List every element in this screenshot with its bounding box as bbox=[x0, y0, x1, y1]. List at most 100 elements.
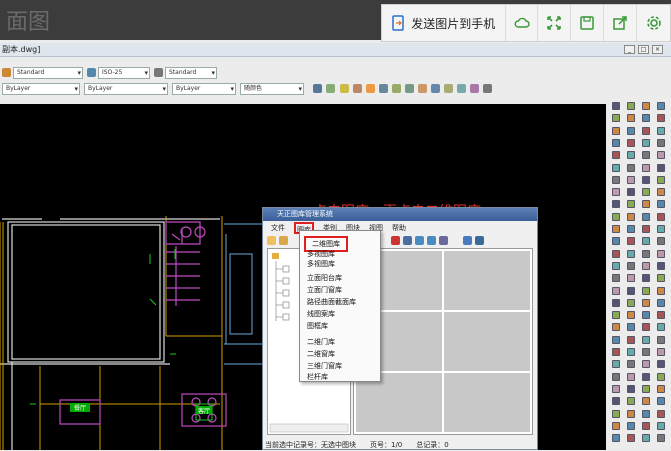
preview-cell[interactable] bbox=[444, 251, 530, 310]
side-tool-icon[interactable] bbox=[657, 102, 665, 110]
side-tool-icon[interactable] bbox=[627, 434, 635, 443]
side-tool-icon[interactable] bbox=[657, 175, 665, 184]
isolate-icon[interactable] bbox=[392, 84, 401, 93]
side-tool-icon[interactable] bbox=[612, 311, 620, 320]
side-tool-icon[interactable] bbox=[627, 348, 635, 356]
menu-item-line-pattern[interactable]: 线图案库 bbox=[307, 309, 335, 319]
lineweight-select[interactable]: ByLayer bbox=[172, 83, 236, 95]
side-tool-icon[interactable] bbox=[642, 409, 650, 418]
preview-cell[interactable] bbox=[444, 373, 530, 432]
side-tool-icon[interactable] bbox=[657, 298, 665, 307]
side-tool-icon[interactable] bbox=[612, 421, 620, 430]
side-tool-icon[interactable] bbox=[657, 348, 665, 356]
side-tool-icon[interactable] bbox=[627, 249, 635, 258]
side-tool-icon[interactable] bbox=[627, 138, 635, 147]
side-tool-icon[interactable] bbox=[657, 138, 665, 147]
side-tool-icon[interactable] bbox=[627, 225, 635, 233]
layer-walk-icon[interactable] bbox=[431, 84, 440, 93]
side-tool-icon[interactable] bbox=[627, 286, 635, 295]
side-tool-icon[interactable] bbox=[627, 114, 635, 123]
preview-cell[interactable] bbox=[444, 312, 530, 371]
side-tool-icon[interactable] bbox=[657, 188, 665, 197]
side-tool-icon[interactable] bbox=[657, 249, 665, 258]
side-tool-icon[interactable] bbox=[627, 372, 635, 381]
side-tool-icon[interactable] bbox=[627, 102, 635, 110]
side-tool-icon[interactable] bbox=[642, 384, 650, 393]
menu-item-multiview-library[interactable]: 多视图库 bbox=[307, 249, 335, 259]
side-tool-icon[interactable] bbox=[612, 126, 620, 135]
side-tool-icon[interactable] bbox=[642, 311, 650, 320]
side-tool-icon[interactable] bbox=[612, 225, 620, 233]
side-tool-icon[interactable] bbox=[627, 311, 635, 320]
menu-help[interactable]: 帮助 bbox=[392, 222, 406, 234]
open-icon[interactable] bbox=[279, 236, 288, 245]
side-tool-icon[interactable] bbox=[642, 114, 650, 123]
side-tool-icon[interactable] bbox=[627, 274, 635, 283]
table-style-select[interactable]: Standard bbox=[165, 67, 217, 79]
sort-icon[interactable] bbox=[439, 236, 448, 245]
side-tool-icon[interactable] bbox=[612, 298, 620, 307]
menu-item-path-surface[interactable]: 路径曲面截面库 bbox=[307, 297, 356, 307]
menu-item-frame[interactable]: 图框库 bbox=[307, 321, 328, 331]
delete-icon[interactable] bbox=[391, 236, 400, 245]
side-tool-icon[interactable] bbox=[642, 102, 650, 110]
side-tool-icon[interactable] bbox=[627, 409, 635, 418]
lock-icon[interactable] bbox=[366, 84, 375, 93]
side-tool-icon[interactable] bbox=[612, 372, 620, 381]
delete-layer-icon[interactable] bbox=[470, 84, 479, 93]
side-tool-icon[interactable] bbox=[627, 126, 635, 135]
copy-layer-icon[interactable] bbox=[418, 84, 427, 93]
side-tool-icon[interactable] bbox=[612, 102, 620, 110]
side-tool-icon[interactable] bbox=[612, 175, 620, 184]
side-tool-icon[interactable] bbox=[627, 200, 635, 209]
side-tool-icon[interactable] bbox=[642, 200, 650, 209]
menu-item-elevation-balcony[interactable]: 立面阳台库 bbox=[307, 273, 342, 283]
walk-icon[interactable] bbox=[405, 84, 414, 93]
side-tool-icon[interactable] bbox=[612, 348, 620, 356]
layer-state-icon[interactable] bbox=[379, 84, 388, 93]
text-style-select[interactable]: Standard bbox=[13, 67, 83, 79]
side-tool-icon[interactable] bbox=[642, 286, 650, 295]
expand-button[interactable] bbox=[538, 5, 572, 41]
side-tool-icon[interactable] bbox=[627, 397, 635, 406]
side-tool-icon[interactable] bbox=[612, 360, 620, 369]
dim-style-select[interactable]: ISO-25 bbox=[98, 67, 150, 79]
new-icon[interactable] bbox=[267, 236, 276, 245]
side-tool-icon[interactable] bbox=[642, 274, 650, 283]
menu-item-railing[interactable]: 栏杆库 bbox=[307, 372, 328, 382]
side-tool-icon[interactable] bbox=[657, 151, 665, 160]
menu-item-multiview-library-2[interactable]: 多视图库 bbox=[307, 259, 335, 269]
side-tool-icon[interactable] bbox=[627, 261, 635, 270]
side-tool-icon[interactable] bbox=[612, 138, 620, 147]
side-tool-icon[interactable] bbox=[612, 384, 620, 393]
side-tool-icon[interactable] bbox=[657, 311, 665, 320]
side-tool-icon[interactable] bbox=[657, 372, 665, 381]
side-tool-icon[interactable] bbox=[642, 298, 650, 307]
preview-icon[interactable] bbox=[475, 236, 484, 245]
side-tool-icon[interactable] bbox=[657, 286, 665, 295]
side-tool-icon[interactable] bbox=[657, 114, 665, 123]
side-tool-icon[interactable] bbox=[657, 212, 665, 221]
side-tool-icon[interactable] bbox=[612, 188, 620, 197]
side-tool-icon[interactable] bbox=[657, 434, 665, 443]
minimize-button[interactable]: _ bbox=[624, 45, 635, 54]
arrow-down-icon[interactable] bbox=[427, 236, 436, 245]
side-tool-icon[interactable] bbox=[612, 237, 620, 246]
layer-select[interactable]: ByLayer bbox=[2, 83, 80, 95]
side-tool-icon[interactable] bbox=[657, 384, 665, 393]
side-tool-icon[interactable] bbox=[657, 237, 665, 246]
layer-tool-icon[interactable] bbox=[313, 84, 322, 93]
side-tool-icon[interactable] bbox=[627, 212, 635, 221]
save-button[interactable] bbox=[571, 5, 605, 41]
side-tool-icon[interactable] bbox=[642, 434, 650, 443]
menu-item-elevation-doorwindow[interactable]: 立面门窗库 bbox=[307, 285, 342, 295]
freeze-icon[interactable] bbox=[353, 84, 362, 93]
cloud-button[interactable] bbox=[506, 5, 539, 41]
side-tool-icon[interactable] bbox=[627, 360, 635, 369]
off-layer-icon[interactable] bbox=[444, 84, 453, 93]
side-tool-icon[interactable] bbox=[657, 323, 665, 332]
side-tool-icon[interactable] bbox=[642, 249, 650, 258]
side-tool-icon[interactable] bbox=[657, 421, 665, 430]
side-tool-icon[interactable] bbox=[612, 323, 620, 332]
side-tool-icon[interactable] bbox=[612, 274, 620, 283]
